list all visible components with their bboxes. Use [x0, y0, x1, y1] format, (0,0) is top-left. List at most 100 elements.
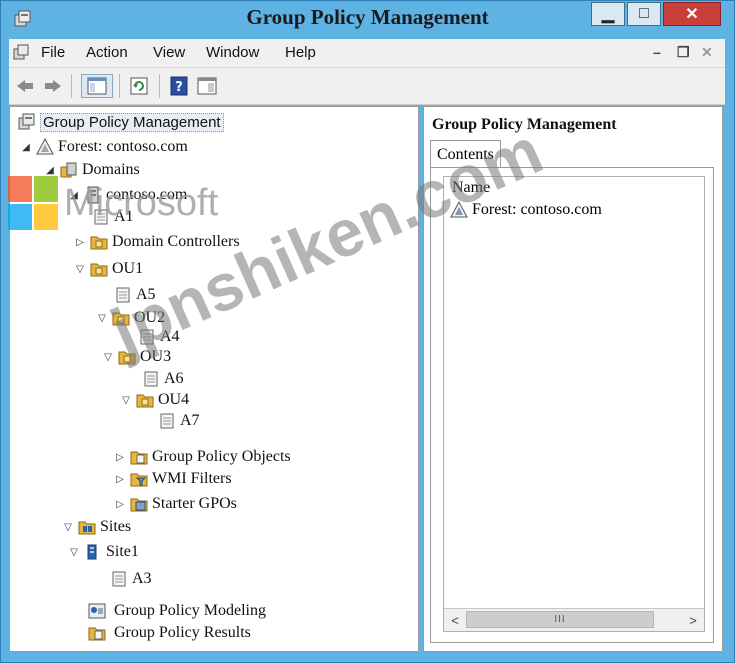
- gpo-link-icon: [160, 413, 174, 429]
- menu-bar: File Action View Window Help – ❐ ✕: [9, 39, 725, 68]
- collapse-twisty-icon[interactable]: ▽: [96, 313, 108, 324]
- site-icon: [87, 544, 97, 560]
- tree-node-sites[interactable]: ▽ Sites: [62, 516, 131, 538]
- toolbar-separator: [159, 74, 160, 98]
- sites-icon: [78, 521, 96, 535]
- refresh-button[interactable]: [127, 74, 151, 98]
- tree-node-contoso-com[interactable]: ◢ contoso.com: [68, 184, 187, 206]
- tree-node-label: Domain Controllers: [112, 233, 240, 250]
- show-hide-console-tree-button[interactable]: [81, 74, 113, 98]
- forest-icon: [450, 201, 468, 218]
- domains-icon: [60, 162, 77, 178]
- tree-node-label: A6: [164, 370, 184, 387]
- tree-node-forest[interactable]: ◢ Forest: contoso.com: [20, 136, 188, 158]
- forward-button[interactable]: [41, 74, 65, 98]
- wmi-folder-icon: [130, 473, 148, 487]
- tree-node-label: A3: [132, 570, 152, 587]
- maximize-button[interactable]: □: [627, 2, 661, 26]
- tree-node-label: A1: [114, 208, 134, 225]
- close-button[interactable]: ✕: [663, 2, 721, 26]
- minimize-button[interactable]: ▁: [591, 2, 625, 26]
- expand-twisty-icon[interactable]: ▷: [114, 452, 126, 463]
- gpo-folder-icon: [130, 451, 148, 465]
- svg-text:?: ?: [175, 80, 183, 95]
- gpo-link-icon: [112, 571, 126, 587]
- tree-node-label: Domains: [82, 161, 140, 178]
- collapse-twisty-icon[interactable]: ▽: [120, 395, 132, 406]
- console-tree-icon: [87, 77, 107, 95]
- tree-node-label: Group Policy Results: [114, 624, 251, 641]
- collapse-twisty-icon[interactable]: ▽: [102, 352, 114, 363]
- back-arrow-icon: [17, 80, 33, 92]
- close-icon: ✕: [685, 6, 699, 23]
- mdi-minimize-icon[interactable]: –: [653, 44, 661, 60]
- tree-node-label: Starter GPOs: [152, 495, 237, 512]
- expand-twisty-icon[interactable]: ▷: [74, 237, 86, 248]
- list-item[interactable]: Forest: contoso.com: [450, 201, 602, 219]
- mdi-close-icon[interactable]: ✕: [701, 44, 713, 61]
- tree-node-a1[interactable]: A1: [92, 206, 134, 228]
- tree-node-a5[interactable]: A5: [114, 284, 156, 306]
- tree-node-label: Group Policy Objects: [152, 448, 291, 465]
- system-menu-icon[interactable]: [13, 44, 31, 62]
- results-icon: [88, 627, 106, 641]
- tree-node-ou4[interactable]: ▽ OU4: [120, 389, 189, 411]
- help-icon: ?: [170, 76, 188, 96]
- toolbar: ?: [9, 68, 725, 105]
- expand-twisty-icon[interactable]: ▷: [114, 499, 126, 510]
- contents-list[interactable]: Name Forest: contoso.com < III >: [443, 176, 705, 632]
- gpo-link-icon: [116, 287, 130, 303]
- tree-node-domain-controllers[interactable]: ▷ Domain Controllers: [74, 231, 240, 253]
- tree-node-ou3[interactable]: ▽ OU3: [102, 346, 171, 368]
- tree-node-starter-gpos[interactable]: ▷ Starter GPOs: [114, 493, 237, 515]
- scrollbar-thumb[interactable]: III: [466, 611, 654, 628]
- tree-node-label: OU3: [140, 348, 172, 365]
- console-tree[interactable]: Group Policy Management ◢ Forest: contos…: [9, 106, 419, 652]
- tree-node-a3[interactable]: A3: [110, 568, 152, 590]
- tree-node-label: Site1: [106, 543, 139, 560]
- menu-file[interactable]: File: [41, 44, 65, 61]
- tree-node-label: Group Policy Management: [40, 112, 224, 132]
- starter-gpo-icon: [130, 498, 148, 512]
- help-button[interactable]: ?: [167, 74, 191, 98]
- tab-body: Name Forest: contoso.com < III >: [430, 167, 714, 643]
- gpo-link-icon: [94, 209, 108, 225]
- title-bar[interactable]: Group Policy Management ▁ □ ✕: [1, 1, 734, 39]
- tree-node-site1[interactable]: ▽ Site1: [68, 541, 139, 563]
- expand-twisty-icon[interactable]: ◢: [68, 190, 80, 201]
- expand-twisty-icon[interactable]: ◢: [20, 142, 32, 153]
- tree-node-a4[interactable]: A4: [138, 326, 180, 348]
- menu-view[interactable]: View: [153, 44, 185, 61]
- collapse-twisty-icon[interactable]: ▽: [62, 522, 74, 533]
- modeling-icon: [88, 603, 106, 619]
- tree-node-group-policy-results[interactable]: Group Policy Results: [88, 622, 251, 644]
- horizontal-scrollbar[interactable]: < III >: [444, 608, 704, 631]
- tree-node-a6[interactable]: A6: [142, 368, 184, 390]
- expand-twisty-icon[interactable]: ▷: [114, 474, 126, 485]
- mdi-restore-icon[interactable]: ❐: [677, 44, 690, 61]
- column-header-name[interactable]: Name: [452, 179, 490, 197]
- tab-contents[interactable]: Contents: [430, 140, 501, 168]
- tree-node-a7[interactable]: A7: [158, 410, 200, 432]
- expand-twisty-icon[interactable]: ◢: [44, 165, 56, 176]
- forward-arrow-icon: [45, 80, 61, 92]
- scroll-left-icon[interactable]: <: [444, 609, 466, 631]
- back-button[interactable]: [13, 74, 37, 98]
- scroll-right-icon[interactable]: >: [682, 609, 704, 631]
- menu-action[interactable]: Action: [86, 44, 128, 61]
- menu-help[interactable]: Help: [285, 44, 316, 61]
- collapse-twisty-icon[interactable]: ▽: [68, 547, 80, 558]
- domain-icon: [87, 186, 99, 204]
- tree-node-ou1[interactable]: ▽ OU1: [74, 258, 143, 280]
- show-action-pane-button[interactable]: [195, 74, 219, 98]
- menu-window[interactable]: Window: [206, 44, 259, 61]
- tree-node-group-policy-objects[interactable]: ▷ Group Policy Objects: [114, 446, 291, 468]
- tree-node-domains[interactable]: ◢ Domains: [44, 159, 140, 181]
- collapse-twisty-icon[interactable]: ▽: [74, 264, 86, 275]
- tree-node-group-policy-modeling[interactable]: Group Policy Modeling: [88, 600, 266, 622]
- tree-node-wmi-filters[interactable]: ▷ WMI Filters: [114, 468, 231, 490]
- tree-node-label: OU2: [134, 309, 166, 326]
- tree-node-label: Group Policy Modeling: [114, 602, 266, 619]
- toolbar-separator: [71, 74, 72, 98]
- tree-node-group-policy-management[interactable]: Group Policy Management: [18, 111, 224, 133]
